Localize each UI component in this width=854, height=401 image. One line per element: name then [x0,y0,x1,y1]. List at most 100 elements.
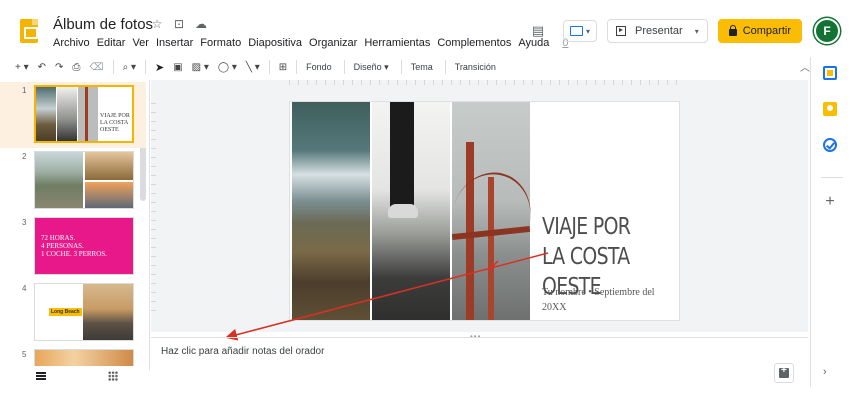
grid-view-icon[interactable] [108,371,118,381]
thumb-photo [35,152,83,208]
title-actions: ☆ ⊡ ☁ [150,17,208,31]
menu-herramientas[interactable]: Herramientas [364,37,430,49]
filmstrip-view-icon[interactable] [36,372,46,380]
image-icon[interactable]: ▨ ▾ [192,62,209,73]
present-options-chevron-icon[interactable]: ▾ [695,27,699,36]
slide-filmstrip: 1 VIAJE POR LA COSTA OESTE 2 3 72 HORAS. [0,80,150,370]
zoom-icon[interactable]: ⌕ ▾ [123,62,136,73]
slide-number: 1 [22,86,27,95]
present-icon [615,26,626,36]
header: Álbum de fotos ☆ ⊡ ☁ Archivo Editar Ver … [0,0,854,56]
vertical-ruler [151,103,156,318]
filmstrip-slide-3[interactable]: 3 72 HORAS. 4 PERSONAS. 1 COCHE. 3 PERRO… [0,214,146,280]
add-icon[interactable]: + [821,193,839,211]
star-icon[interactable]: ☆ [150,17,164,31]
slide-subtitle[interactable]: Tu nombre • Septiembre del 20XX [542,285,678,315]
layout-button[interactable]: Diseño ▾ [354,62,389,73]
slide-number: 2 [22,152,27,161]
filmstrip-slide-1[interactable]: 1 VIAJE POR LA COSTA OESTE [0,82,146,148]
photo-golden-gate[interactable] [440,102,542,320]
slide-thumbnail[interactable]: Long Beach [34,283,134,341]
move-to-folder-icon[interactable]: ⊡ [172,17,186,31]
toolbar-divider [343,60,345,74]
side-panel: + › [810,57,854,387]
thumb-photo [83,284,133,340]
select-icon[interactable]: ➤ [155,61,164,74]
tasks-icon[interactable] [823,138,837,152]
explore-button[interactable] [774,363,794,383]
speaker-notes[interactable]: Haz clic para añadir notas del orador [151,337,808,367]
thumb-text: 72 HORAS. 4 PERSONAS. 1 COCHE. 3 PERROS. [41,234,107,258]
toolbar-divider [112,60,114,74]
header-actions: ▤ ▾ Presentar ▾ Compartir F [527,18,840,44]
menu-complementos[interactable]: Complementos [437,37,511,49]
thumb-photo [36,87,56,141]
chevron-down-icon: ▾ [585,26,590,36]
present-label: Presentar [634,25,683,37]
menu-formato[interactable]: Formato [200,37,241,49]
shape-icon[interactable]: ◯ ▾ [218,62,237,73]
new-slide-icon[interactable]: + ▾ [15,62,29,73]
menu-insertar[interactable]: Insertar [156,37,193,49]
slides-logo-icon[interactable] [20,19,38,43]
thumb-photo [85,152,133,180]
thumb-photo [85,182,133,208]
present-to-meeting-icon [569,26,583,36]
comments-icon[interactable]: ▤ [527,20,549,42]
undo-icon[interactable]: ↶ [38,62,46,73]
toolbar-divider [296,60,298,74]
redo-icon[interactable]: ↷ [55,62,63,73]
print-icon[interactable]: ⎙ [72,62,80,73]
transition-button[interactable]: Transición [455,62,496,72]
line-icon[interactable]: ╲ ▾ [246,62,260,73]
thumb-photo [57,87,77,141]
slide-thumbnail[interactable] [34,151,134,209]
side-panel-divider [821,177,843,178]
explore-icon [779,365,789,378]
thumb-title: VIAJE POR LA COSTA OESTE [100,113,130,133]
thumb-photo [78,87,98,141]
menu-organizar[interactable]: Organizar [309,37,357,49]
menu-ver[interactable]: Ver [132,37,149,49]
slides-app: Álbum de fotos ☆ ⊡ ☁ Archivo Editar Ver … [0,0,854,401]
photo-feet[interactable] [372,102,450,320]
calendar-icon[interactable] [823,66,837,80]
cloud-saved-icon[interactable]: ☁ [194,17,208,31]
photo-waves-rocks[interactable] [292,102,370,320]
current-slide[interactable]: VIAJE POR LA COSTA OESTE Tu nombre • Sep… [289,101,680,321]
filmstrip-slide-5[interactable]: 5 [0,346,146,366]
speaker-notes-placeholder[interactable]: Haz clic para añadir notas del orador [161,346,324,357]
photo-detail [388,204,418,218]
keep-icon[interactable] [823,102,837,116]
slide-thumbnail[interactable]: VIAJE POR LA COSTA OESTE [34,85,134,143]
menu-editar[interactable]: Editar [97,37,126,49]
background-button[interactable]: Fondo [306,62,332,72]
filmstrip-slide-2[interactable]: 2 [0,148,146,214]
photo-detail [390,102,414,214]
share-button[interactable]: Compartir [717,19,802,43]
thumb-text-line: 4 PERSONAS. [41,242,84,250]
textbox-icon[interactable]: ▣ [173,62,182,73]
toolbar-divider [144,60,146,74]
slide-thumbnail[interactable] [34,349,134,366]
share-label: Compartir [742,25,791,37]
menu-diapositiva[interactable]: Diapositiva [248,37,302,49]
horizontal-ruler [289,80,680,85]
menu-archivo[interactable]: Archivo [53,37,90,49]
slide-thumbnail[interactable]: 72 HORAS. 4 PERSONAS. 1 COCHE. 3 PERROS. [34,217,134,275]
comment-icon[interactable]: ⊞ [279,62,287,73]
collapse-menus-icon[interactable]: ︿ [800,59,810,74]
present-button[interactable]: Presentar ▾ [606,19,708,43]
filmstrip-slide-4[interactable]: 4 Long Beach [0,280,146,346]
expand-icon[interactable]: › [823,366,827,378]
meeting-present-button[interactable]: ▾ [562,20,597,42]
avatar[interactable]: F [814,18,840,44]
toolbar-divider [444,60,446,74]
theme-button[interactable]: Tema [411,62,433,72]
paint-format-icon[interactable]: ⌫ [89,62,103,73]
thumb-text-line: 72 HORAS. [41,234,76,242]
document-title[interactable]: Álbum de fotos [53,16,153,33]
slide-number: 4 [22,284,27,293]
toolbar: + ▾ ↶ ↷ ⎙ ⌫ ⌕ ▾ ➤ ▣ ▨ ▾ ◯ ▾ ╲ ▾ ⊞ Fondo … [15,57,810,77]
menu-bar: Archivo Editar Ver Insertar Formato Diap… [53,37,568,49]
